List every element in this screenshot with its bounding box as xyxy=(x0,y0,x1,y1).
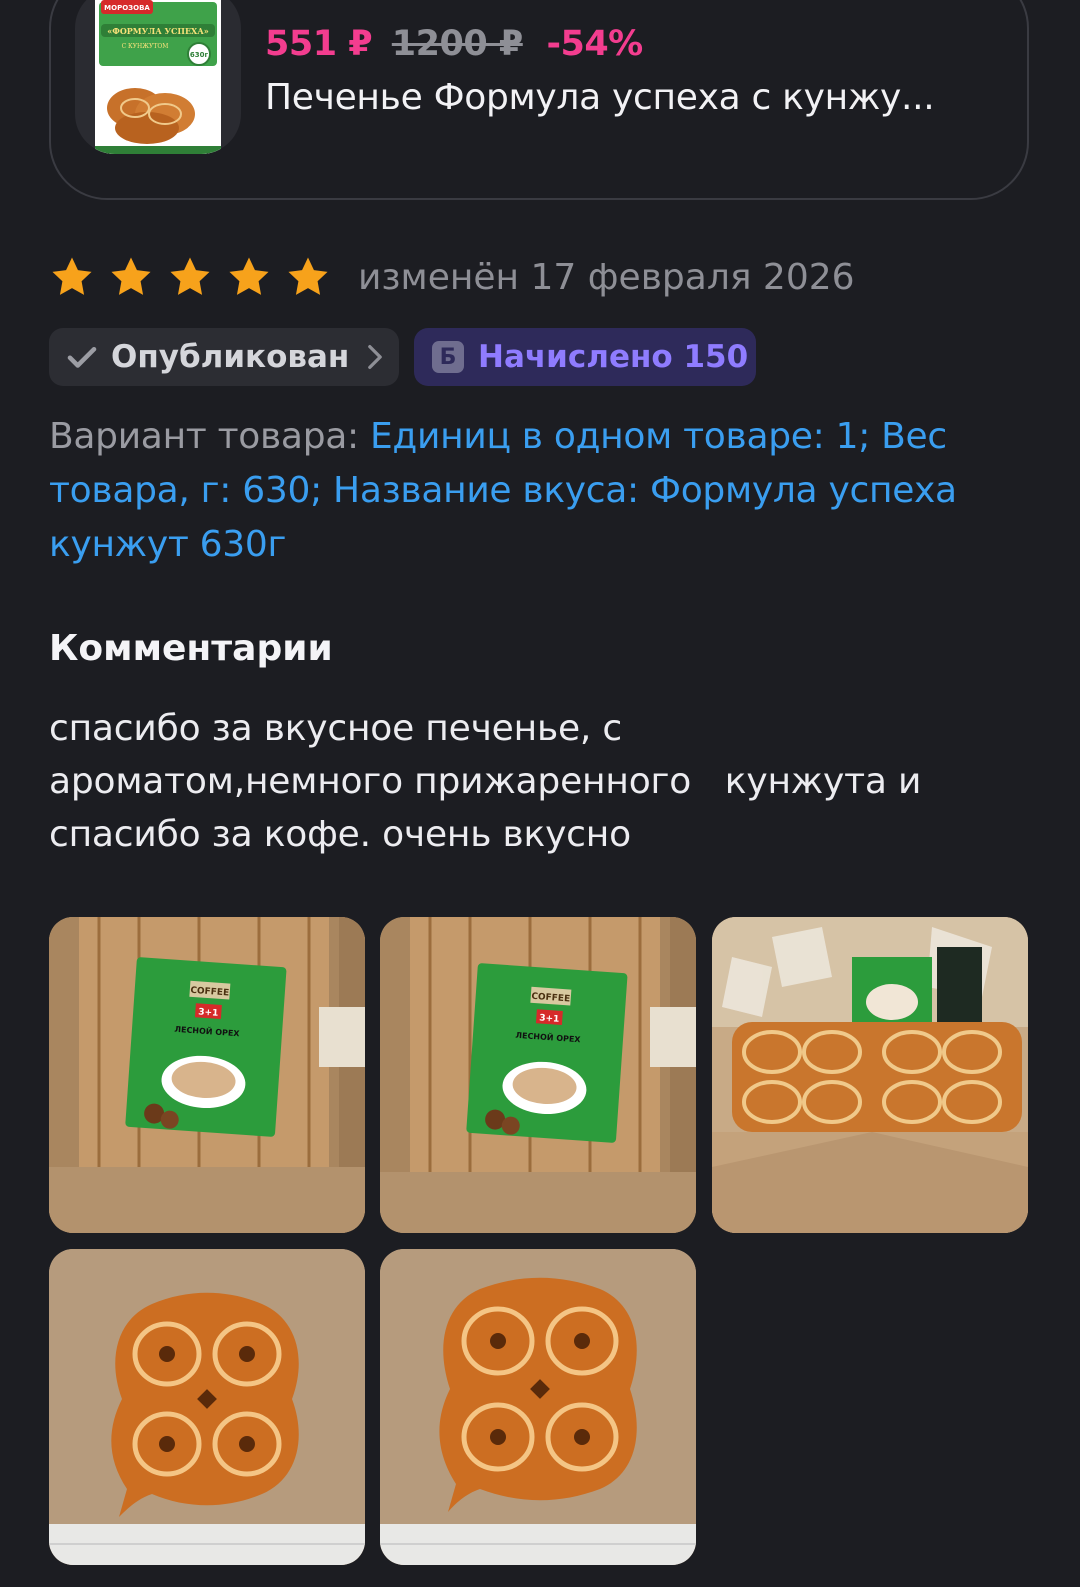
comments-heading: Комментарии xyxy=(49,628,333,669)
rating-row: изменён 17 февраля 2026 xyxy=(49,252,855,302)
svg-text:3+1: 3+1 xyxy=(198,1007,219,1018)
chevron-right-icon xyxy=(368,344,383,370)
package-brand: МОРОЗОВА xyxy=(104,4,150,12)
star-icon xyxy=(52,257,92,295)
comment-text: спасибо за вкусное печенье, с ароматом,н… xyxy=(49,708,922,855)
discount-badge: -54% xyxy=(546,24,643,64)
bonus-icon: Б xyxy=(432,341,464,373)
review-photo-3[interactable] xyxy=(712,917,1028,1233)
star-icon xyxy=(170,257,210,295)
review-photo-5[interactable] xyxy=(380,1249,696,1565)
review-photo-1[interactable]: COFFEE 3+1 ЛЕСНОЙ ОРЕХ xyxy=(49,917,365,1233)
bonus-label: Начислено 150 xyxy=(478,339,749,375)
product-card[interactable]: МОРОЗОВА «ФОРМУЛА УСПЕХА» С КУНЖУТОМ 630… xyxy=(49,0,1029,200)
product-package-image: МОРОЗОВА «ФОРМУЛА УСПЕХА» С КУНЖУТОМ 630… xyxy=(95,0,221,154)
edited-date: изменён 17 февраля 2026 xyxy=(358,256,855,298)
cookie-package-graphic: МОРОЗОВА «ФОРМУЛА УСПЕХА» С КУНЖУТОМ 630… xyxy=(95,0,221,154)
variant-label: Вариант товара: xyxy=(49,416,370,457)
package-subtitle: С КУНЖУТОМ xyxy=(122,43,169,50)
checkmark-icon xyxy=(67,346,97,368)
price-row: 551 ₽ 1200 ₽ -54% xyxy=(265,24,643,64)
package-weight: 630г xyxy=(190,51,209,59)
photo-box-with-coffee: COFFEE 3+1 ЛЕСНОЙ ОРЕХ xyxy=(49,917,365,1233)
published-status-button[interactable]: Опубликован xyxy=(49,328,399,386)
review-photo-4[interactable] xyxy=(49,1249,365,1565)
package-title: «ФОРМУЛА УСПЕХА» xyxy=(107,26,209,36)
photo-box-with-coffee: COFFEE 3+1 ЛЕСНОЙ ОРЕХ xyxy=(380,917,696,1233)
product-variant: Вариант товара: Единиц в одном товаре: 1… xyxy=(49,410,1039,572)
published-label: Опубликован xyxy=(111,339,350,375)
photo-single-cookie xyxy=(49,1249,365,1565)
photo-cookies-in-box xyxy=(712,917,1028,1233)
old-price: 1200 ₽ xyxy=(391,24,523,64)
product-name[interactable]: Печенье Формула успеха с кунжу... xyxy=(265,77,985,118)
bonus-badge[interactable]: Б Начислено 150 xyxy=(414,328,756,386)
star-icon xyxy=(111,257,151,295)
star-icon xyxy=(288,257,328,295)
svg-text:3+1: 3+1 xyxy=(539,1013,560,1024)
star-icon xyxy=(229,257,269,295)
review-photo-2[interactable]: COFFEE 3+1 ЛЕСНОЙ ОРЕХ xyxy=(380,917,696,1233)
current-price: 551 ₽ xyxy=(265,24,373,64)
photo-single-cookie xyxy=(380,1249,696,1565)
product-thumbnail[interactable]: МОРОЗОВА «ФОРМУЛА УСПЕХА» С КУНЖУТОМ 630… xyxy=(75,0,241,154)
